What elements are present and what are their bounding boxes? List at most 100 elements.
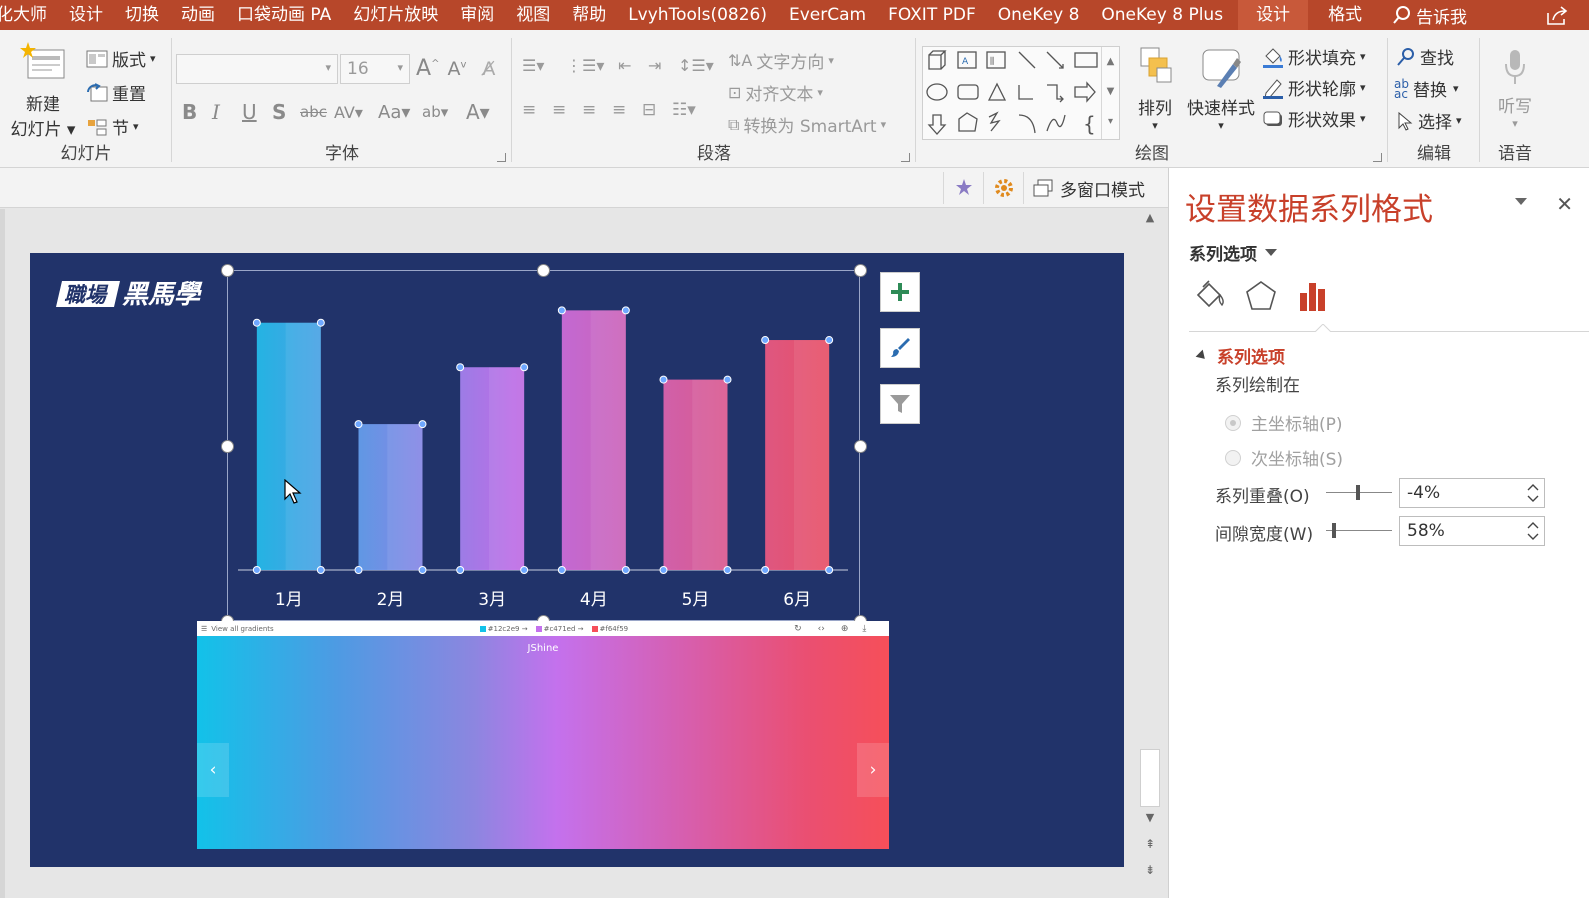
tab-chart-design[interactable]: 设计 [1238,0,1309,30]
align-left-icon[interactable]: ≡ [522,100,552,120]
numbering-icon[interactable]: ⋮☰▾ [566,56,618,75]
columns-icon[interactable]: ☷▾ [672,100,712,120]
decrease-indent-icon[interactable]: ⇤ [618,56,648,75]
bar-selection-handle[interactable] [354,566,363,574]
change-case-icon[interactable]: Aa▾ [378,102,422,123]
menu-tab[interactable]: EverCam [778,0,877,30]
menu-tab[interactable]: 幻灯片放映 [342,0,449,30]
paragraph-dialog-launcher[interactable] [901,153,910,162]
bar-selection-handle[interactable] [316,318,325,327]
reset-button[interactable]: 重置 [86,80,146,105]
scroll-thumb[interactable] [1140,749,1160,807]
menu-tab[interactable]: 切换 [114,0,170,30]
chart-styles-button[interactable] [880,328,920,368]
bar-selection-handle[interactable] [456,566,465,574]
bar-selection-handle[interactable] [621,566,630,574]
dictate-button[interactable]: 听写 ▾ [1490,48,1540,138]
menu-tab[interactable]: 帮助 [561,0,617,30]
bar-selection-handle[interactable] [316,566,325,574]
menu-tab[interactable]: OneKey 8 [987,0,1091,30]
shape-effects-button[interactable]: 形状效果 ▾ [1262,106,1366,131]
menu-tab[interactable]: LvyhTools(0826) [617,0,778,30]
tab-chart-format[interactable]: 格式 [1308,0,1383,30]
underline-icon[interactable]: U [242,100,272,124]
bar-selection-handle[interactable] [825,566,834,574]
menu-tab[interactable]: OneKey 8 Plus [1090,0,1234,30]
bullets-icon[interactable]: ☰▾ [522,56,566,75]
gap-width-spinner[interactable]: 58% [1399,516,1545,546]
italic-icon[interactable]: I [212,100,242,124]
menu-tab[interactable]: 视图 [505,0,561,30]
find-button[interactable]: 查找 [1396,44,1454,69]
section-button[interactable]: 节 ▾ [86,114,139,139]
settings-button[interactable] [983,172,1023,204]
justify-icon[interactable]: ≡ [612,100,642,120]
series-options-dropdown[interactable]: 系列选项 [1189,240,1277,265]
arrange-button[interactable]: 排列 ▾ [1128,46,1182,142]
next-slide-button[interactable]: ⇟ [1141,863,1159,885]
bar-selection-handle[interactable] [659,566,668,574]
menu-tab[interactable]: 动画 [170,0,226,30]
drawing-dialog-launcher[interactable] [1373,153,1382,162]
column-chart[interactable]: 1月 2月 3月 4月 5月 6月 [228,271,861,622]
line-spacing-icon[interactable]: ↕☰▾ [678,56,722,75]
bar-selection-handle[interactable] [354,420,363,429]
series-overlap-spinner[interactable]: -4% [1399,478,1545,508]
magic-wand-button[interactable] [943,172,983,204]
bar-selection-handle[interactable] [557,306,566,315]
bar-selection-handle[interactable] [723,375,732,384]
shape-fill-button[interactable]: 形状填充 ▾ [1262,44,1366,69]
menu-tab[interactable]: 化大师 [0,0,58,30]
bar-selection-handle[interactable] [456,363,465,372]
resize-handle-left[interactable] [221,440,234,453]
chart-elements-button[interactable] [880,272,920,312]
font-name-combo[interactable]: ▾ [176,54,338,84]
bar-selection-handle[interactable] [520,363,529,372]
primary-axis-radio[interactable]: 主坐标轴(P) [1225,410,1343,435]
gap-width-slider-thumb[interactable] [1332,523,1336,538]
font-dialog-launcher[interactable] [497,153,506,162]
strikethrough-icon[interactable]: abc [300,103,334,121]
series-overlap-slider-thumb[interactable] [1356,485,1360,500]
tell-me-search[interactable]: 告诉我 [1382,3,1477,28]
close-icon[interactable]: ✕ [1556,192,1573,216]
align-center-icon[interactable]: ≡ [552,100,582,120]
bar-selection-handle[interactable] [761,336,770,345]
gap-width-slider[interactable] [1326,521,1392,541]
bar-selection-handle[interactable] [418,566,427,574]
scroll-up-button[interactable]: ▲ [1141,211,1159,233]
chart-selection-frame[interactable]: 1月 2月 3月 4月 5月 6月 [227,270,860,621]
pane-options-dropdown[interactable] [1515,198,1527,205]
distribute-icon[interactable]: ⊟ [642,100,672,120]
slide-canvas[interactable]: 職場 黑馬學 1月 2月 3月 4月 5月 6月 ☰ View all grad… [30,253,1124,867]
shadow-icon[interactable]: S [272,100,300,124]
menu-tab[interactable]: FOXIT PDF [877,0,987,30]
text-direction-button[interactable]: ⇅A 文字方向 ▾ [728,48,834,73]
replace-button[interactable]: ab ac 替换 ▾ [1394,76,1459,102]
clear-format-icon[interactable]: A̸ [482,58,495,80]
resize-handle-right[interactable] [854,440,867,453]
bar-selection-handle[interactable] [659,375,668,384]
shapes-gallery[interactable]: A ⫼ {▲ ▼ ▾ [922,46,1120,140]
series-overlap-slider[interactable] [1326,483,1392,503]
spinner-arrows-icon[interactable] [1526,481,1540,505]
resize-handle-top-left[interactable] [221,264,234,277]
menu-tab[interactable]: 审阅 [449,0,505,30]
menu-tab[interactable]: 设计 [58,0,114,30]
chart-filters-button[interactable] [880,384,920,424]
resize-handle-top[interactable] [537,264,550,277]
increase-indent-icon[interactable]: ⇥ [648,56,678,75]
previous-slide-button[interactable]: ⇞ [1141,837,1159,859]
bar-selection-handle[interactable] [723,566,732,574]
fill-line-tab[interactable] [1189,276,1229,316]
spinner-arrows-icon[interactable] [1526,519,1540,543]
font-color-icon[interactable]: A▾ [466,100,496,124]
layout-button[interactable]: 版式 ▾ [86,46,156,71]
bold-icon[interactable]: B [182,100,212,124]
bar-selection-handle[interactable] [557,566,566,574]
select-button[interactable]: 选择 ▾ [1396,108,1462,133]
bar-selection-handle[interactable] [520,566,529,574]
convert-smartart-button[interactable]: ⧉ 转换为 SmartArt ▾ [728,112,886,138]
multi-window-button[interactable]: 多窗口模式 [1023,172,1159,204]
highlight-icon[interactable]: ab▾ [422,103,466,121]
